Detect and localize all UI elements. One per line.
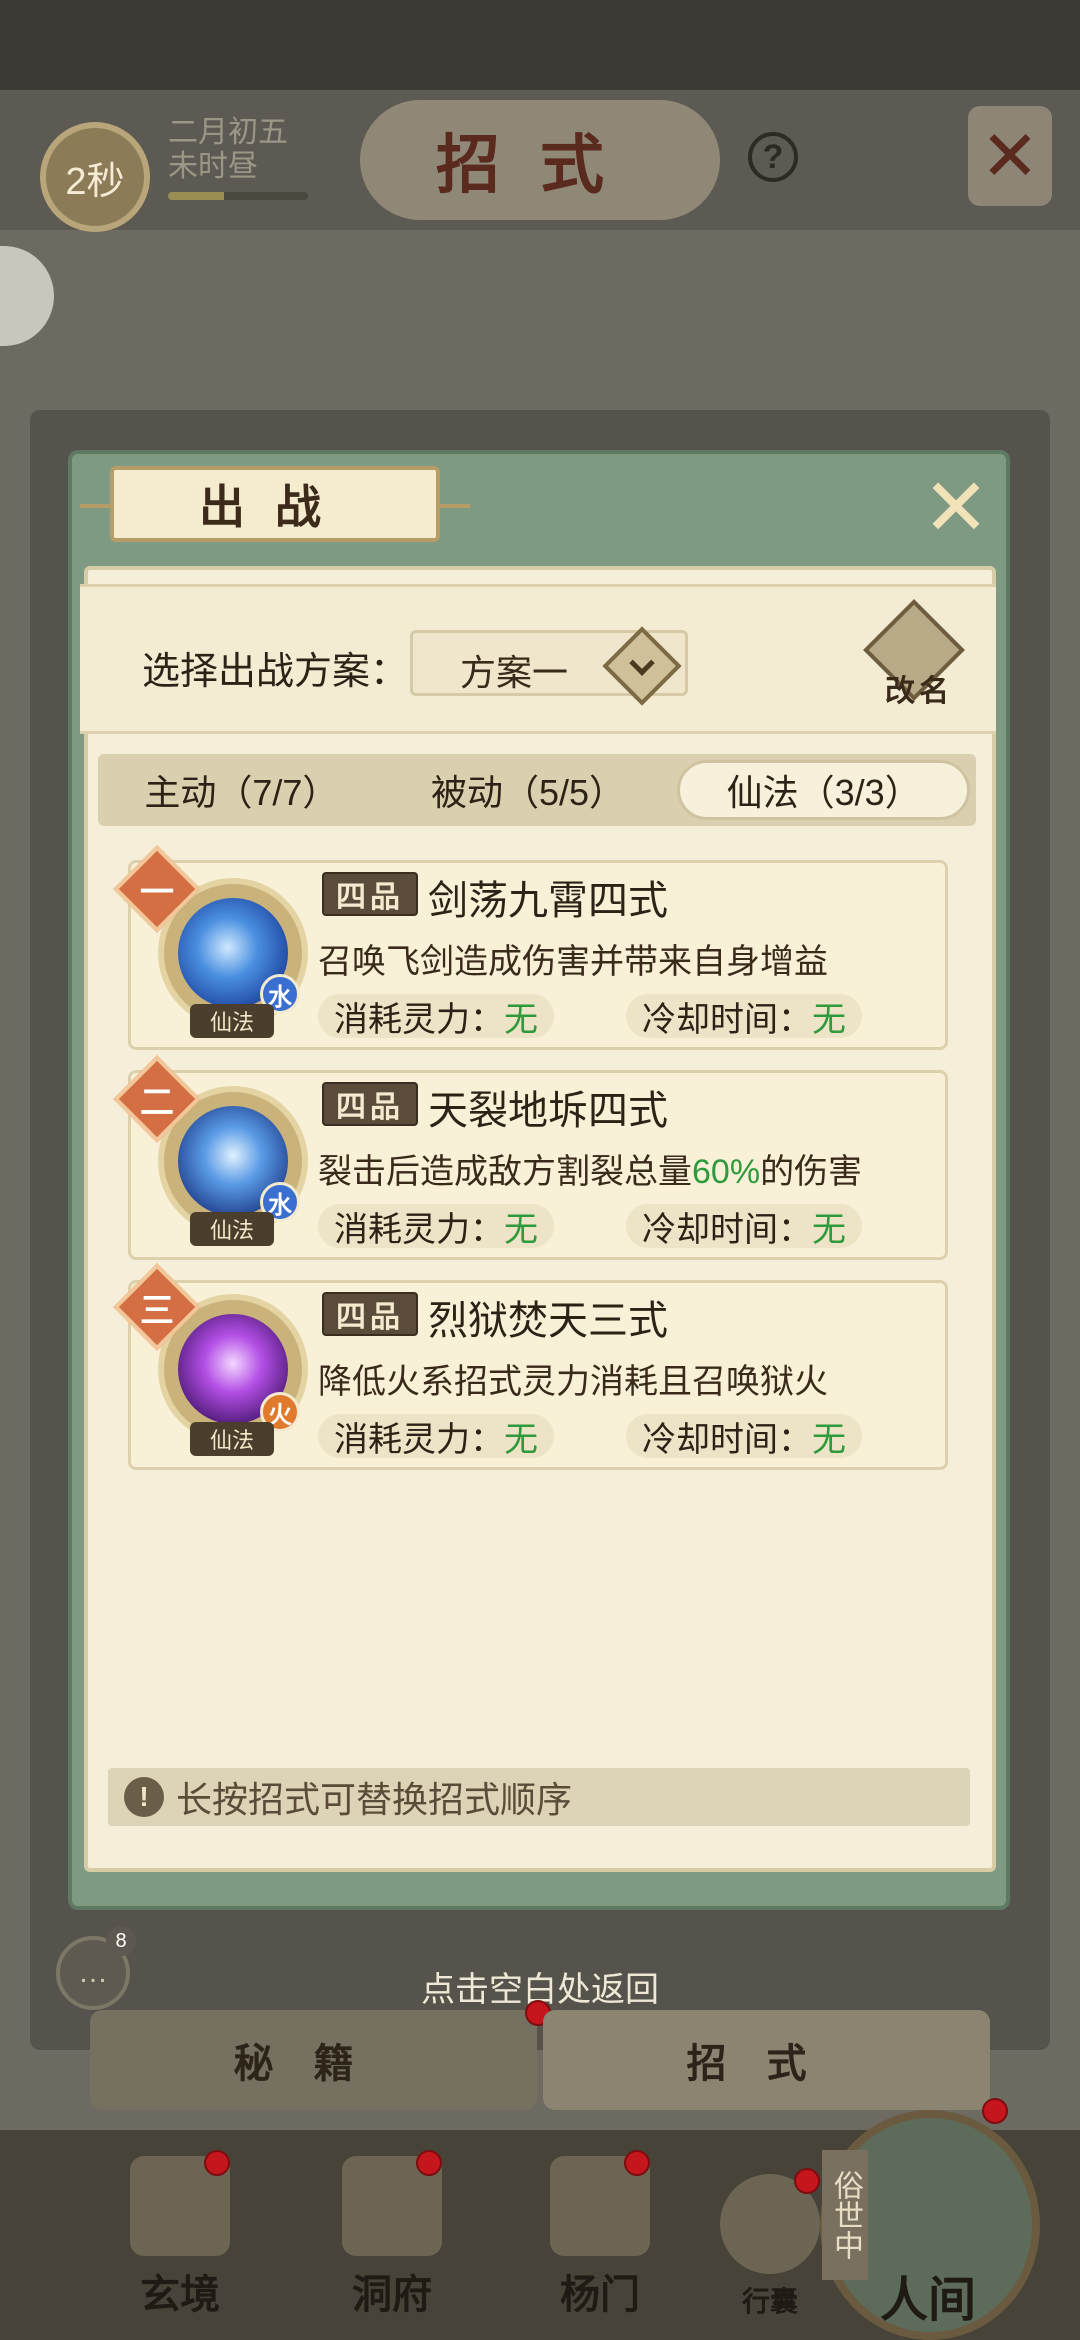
skill-description: 召唤飞剑造成伤害并带来自身增益 [318,943,828,981]
footer-tip-text: 长按招式可替换招式顺序 [176,1779,573,1820]
bottom-tab-miji-label: 秘籍 [233,2040,394,2087]
rank-text: 一 [140,872,174,913]
info-icon: ! [124,1777,164,1817]
bottom-tabs: 秘籍 招式 [90,2000,990,2110]
skill-name: 天裂地坼四式 [428,1089,668,1133]
cooldown: 冷却时间：无 [626,1414,862,1459]
skill-description: 裂击后造成敌方割裂总量60%的伤害 [318,1153,863,1191]
notification-dot [416,2150,442,2176]
nav-label: 洞府 [352,2271,432,2318]
grade-tag: 四品 [322,1082,418,1126]
bottom-tab-zhaoshi-label: 招式 [686,2040,847,2087]
rank-text: 三 [140,1290,174,1331]
type-tag: 仙法 [190,1212,274,1246]
bottom-tab-miji[interactable]: 秘籍 [90,2000,551,2110]
notification-dot [204,2150,230,2176]
nav-item-yangmen[interactable]: 杨门 [520,2150,680,2320]
plan-label: 选择出战方案： [142,651,409,693]
nav-item-xuanjing[interactable]: 玄境 [100,2150,260,2320]
skill-name: 剑荡九霄四式 [428,879,668,923]
tab-active-skills[interactable]: 主动（7/7） [98,754,385,826]
help-icon[interactable]: ? [748,132,798,182]
lunar-date: 二月初五 未时昼 [168,116,308,200]
renjian-label: 人间 [880,2272,977,2328]
tab-passive-skills[interactable]: 被动（5/5） [385,754,672,826]
renjian-side-label: 俗世中 [822,2150,868,2280]
cooldown: 冷却时间：无 [626,994,862,1039]
skill-name: 烈狱焚天三式 [428,1299,668,1343]
footer-tip: ! 长按招式可替换招式顺序 [108,1768,970,1826]
dialog-title: 出战 [80,466,470,542]
nav-item-dongfu[interactable]: 洞府 [312,2150,472,2320]
type-tag: 仙法 [190,1004,274,1038]
page-close-button[interactable]: ✕ [968,106,1052,206]
chat-count-badge: 8 [106,1926,136,1956]
page-title: 招式 [360,100,720,220]
skill-tabs: 主动（7/7） 被动（5/5） 仙法（3/3） [98,754,976,826]
rename-label: 改名 [885,674,953,709]
time-progress [168,192,308,200]
nav-label: 杨门 [560,2271,640,2318]
close-icon[interactable]: ✕ [918,468,994,548]
notification-dot [794,2168,820,2194]
lunar-date-line1: 二月初五 [168,116,288,149]
type-tag: 仙法 [190,1422,274,1456]
grade-tag: 四品 [322,872,418,916]
mana-cost: 消耗灵力：无 [318,994,554,1039]
notification-dot [982,2098,1008,2124]
cooldown: 冷却时间：无 [626,1204,862,1249]
notification-dot [624,2150,650,2176]
timer-badge: 2秒 [40,122,150,232]
mana-cost: 消耗灵力：无 [318,1414,554,1459]
rename-button[interactable]: 改名 [863,599,966,709]
rank-text: 二 [140,1082,174,1123]
grade-tag: 四品 [322,1292,418,1336]
mana-cost: 消耗灵力：无 [318,1204,554,1249]
nav-label: 行囊 [741,2285,798,2318]
skill-description: 降低火系招式灵力消耗且召唤狱火 [318,1363,828,1401]
nav-label: 玄境 [140,2271,220,2318]
plan-select-value[interactable]: 方案一 [460,644,568,696]
bottom-tab-zhaoshi[interactable]: 招式 [543,2010,990,2110]
lunar-date-line2: 未时昼 [168,150,258,183]
tab-immortal-arts[interactable]: 仙法（3/3） [677,760,971,820]
